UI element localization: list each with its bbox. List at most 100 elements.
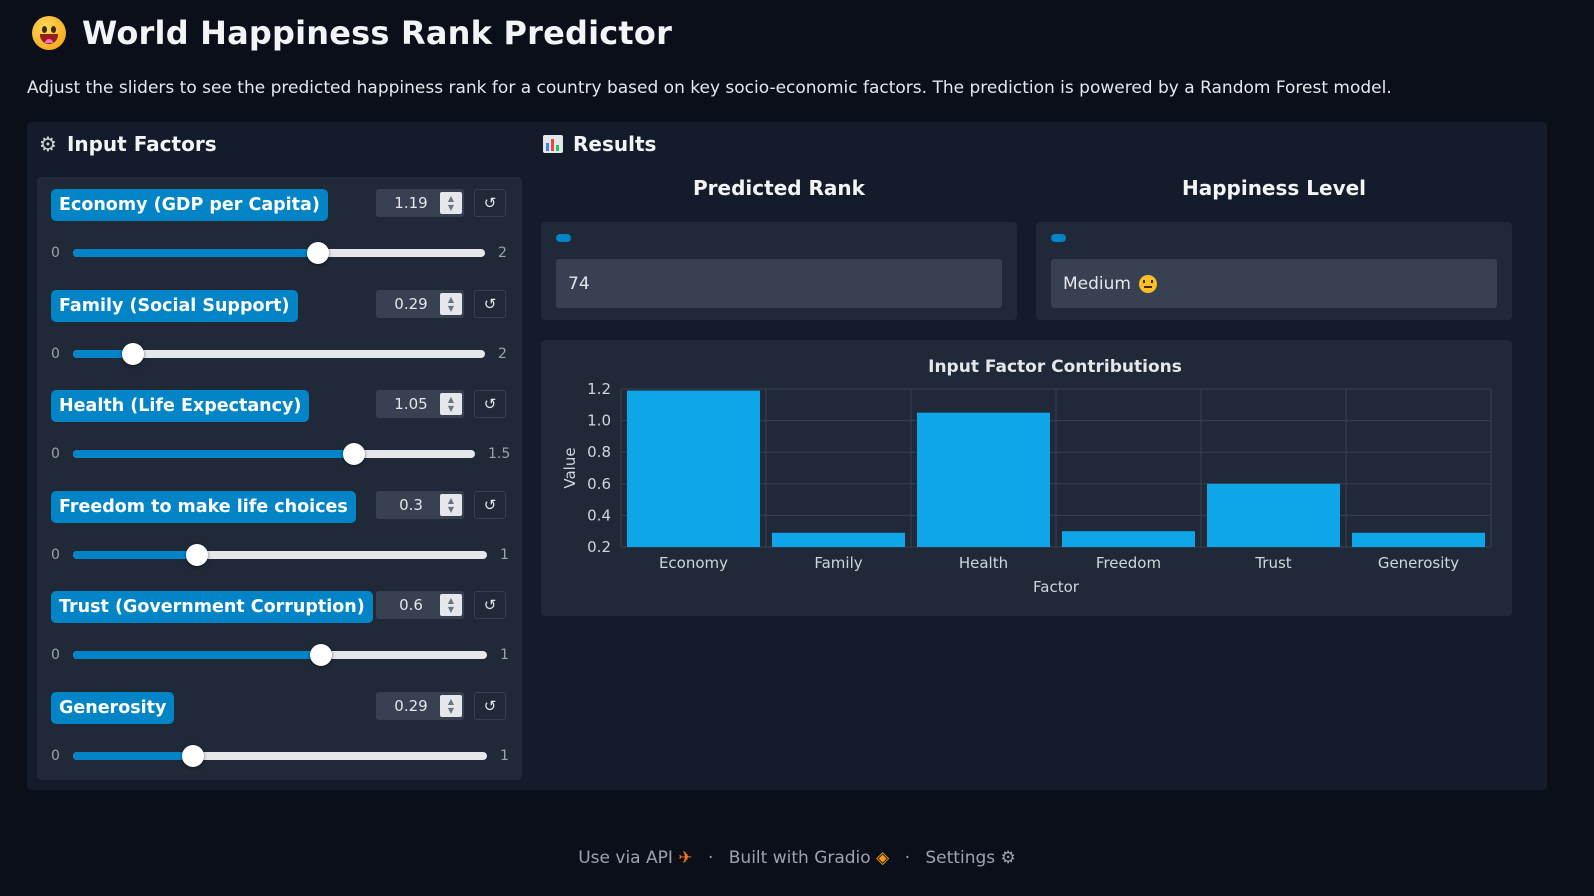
- bar-generosity: [1352, 532, 1485, 547]
- gear-icon: ⚙: [1000, 848, 1016, 868]
- number-input[interactable]: 0.6 ▲ ▼: [376, 591, 464, 620]
- spinner-icon[interactable]: ▲ ▼: [440, 493, 462, 516]
- loading-indicator: [556, 234, 571, 242]
- slider-block: Family (Social Support) 0.29 ▲ ▼ ↺ 0 2: [37, 278, 522, 378]
- bar-chart-icon: [543, 135, 563, 153]
- slider-track[interactable]: [73, 644, 487, 667]
- y-tick-label: 0.6: [587, 475, 611, 493]
- spinner-icon[interactable]: ▲ ▼: [440, 594, 462, 617]
- slider-min-label: 0: [51, 647, 60, 664]
- slider-max-label: 1: [500, 546, 509, 563]
- slider-max-label: 2: [498, 245, 507, 261]
- happiness-level-box: Medium: [1036, 222, 1512, 320]
- spinner-icon[interactable]: ▲ ▼: [440, 393, 462, 416]
- x-tick-label: Generosity: [1378, 554, 1459, 572]
- page-description: Adjust the sliders to see the predicted …: [27, 78, 1392, 98]
- slider-min-label: 0: [51, 345, 60, 362]
- y-tick-label: 0.8: [587, 443, 611, 461]
- happiness-level-output[interactable]: Medium: [1051, 259, 1497, 308]
- slider-label: Freedom to make life choices: [51, 490, 356, 523]
- slider-fill: [73, 249, 319, 257]
- slider-label: Trust (Government Corruption): [51, 591, 373, 624]
- slider-label: Family (Social Support): [51, 289, 298, 322]
- slider-track[interactable]: [73, 242, 485, 264]
- slider-block: Trust (Government Corruption) 0.6 ▲ ▼ ↺ 0 1: [37, 579, 522, 679]
- reset-button[interactable]: ↺: [474, 289, 506, 318]
- factor-contributions-chart: Input Factor Contributions 0.2 0.4 0.6 0.8 1.…: [541, 340, 1512, 616]
- slider-thumb[interactable]: [310, 644, 333, 667]
- input-factors-panel: Economy (GDP per Capita) 1.19 ▲ ▼ ↺ 0 2 Family …: [37, 177, 522, 780]
- predicted-rank-box: 74: [541, 222, 1017, 320]
- number-input[interactable]: 0.3 ▲ ▼: [376, 490, 464, 519]
- spinner-icon[interactable]: ▲ ▼: [440, 192, 462, 214]
- reset-button[interactable]: ↺: [474, 390, 506, 419]
- y-tick-label: 0.4: [587, 506, 611, 524]
- slider-block: Freedom to make life choices 0.3 ▲ ▼ ↺ 0 1: [37, 479, 522, 579]
- bar-health: [917, 412, 1050, 547]
- slider-thumb[interactable]: [343, 443, 366, 466]
- slider-fill: [73, 550, 198, 559]
- x-tick-label: Trust: [1254, 554, 1291, 572]
- loading-indicator: [1051, 234, 1066, 242]
- slider-max-label: 1.5: [488, 446, 511, 463]
- footer-separator: ·: [904, 848, 910, 868]
- happiness-level-value: Medium: [1063, 273, 1131, 294]
- gradio-logo-icon: ◈: [876, 848, 890, 868]
- slider-track[interactable]: [73, 745, 487, 767]
- slider-block: Health (Life Expectancy) 1.05 ▲ ▼ ↺ 0 1.5: [37, 378, 522, 478]
- slider-block: Economy (GDP per Capita) 1.19 ▲ ▼ ↺ 0 2: [37, 177, 522, 277]
- use-via-api-link[interactable]: Use via API ✈: [578, 848, 692, 868]
- slider-thumb[interactable]: [182, 745, 205, 767]
- number-input[interactable]: 1.05 ▲ ▼: [376, 390, 464, 419]
- spinner-icon[interactable]: ▲ ▼: [440, 695, 462, 717]
- slider-min-label: 0: [51, 245, 60, 261]
- x-tick-label: Health: [959, 554, 1008, 572]
- y-tick-label: 1.2: [587, 380, 611, 398]
- footer-separator: ·: [707, 848, 714, 868]
- slider-thumb[interactable]: [121, 342, 144, 365]
- number-input[interactable]: 0.29 ▲ ▼: [376, 289, 464, 318]
- slider-thumb[interactable]: [307, 242, 330, 264]
- slider-track[interactable]: [73, 543, 487, 566]
- slider-track[interactable]: [73, 342, 485, 365]
- x-axis-label: Factor: [1033, 578, 1080, 596]
- slider-max-label: 2: [498, 345, 507, 362]
- slider-max-label: 1: [500, 647, 509, 664]
- footer: Use via API ✈ · Built with Gradio ◈ · Se…: [0, 848, 1594, 868]
- page-title: World Happiness Rank Predictor: [82, 14, 673, 52]
- chart-title: Input Factor Contributions: [928, 357, 1182, 377]
- bar-family: [772, 532, 905, 547]
- number-input[interactable]: 0.29 ▲ ▼: [376, 692, 464, 720]
- rocket-icon: ✈: [678, 848, 693, 868]
- slider-thumb[interactable]: [186, 543, 209, 566]
- page-header: World Happiness Rank Predictor: [32, 14, 672, 52]
- input-factors-heading: ⚙ Input Factors: [39, 132, 217, 156]
- slider-label: Generosity: [51, 692, 175, 724]
- number-input[interactable]: 1.19 ▲ ▼: [376, 189, 464, 217]
- predicted-rank-label: Predicted Rank: [693, 176, 865, 200]
- gear-icon: ⚙: [39, 132, 57, 156]
- predicted-rank-output[interactable]: 74: [556, 259, 1002, 308]
- y-tick-label: 1.0: [587, 412, 611, 430]
- built-with-gradio-link[interactable]: Built with Gradio ◈: [729, 848, 889, 868]
- slider-min-label: 0: [51, 446, 60, 463]
- results-title: Results: [573, 132, 657, 156]
- slider-fill: [73, 450, 355, 459]
- y-axis-label: Value: [561, 447, 579, 488]
- results-heading: Results: [543, 132, 656, 156]
- slider-fill: [73, 752, 194, 760]
- reset-button[interactable]: ↺: [474, 591, 506, 620]
- slider-max-label: 1: [500, 748, 509, 764]
- reset-button[interactable]: ↺: [474, 692, 506, 720]
- happiness-level-label: Happiness Level: [1181, 176, 1367, 200]
- spinner-icon[interactable]: ▲ ▼: [440, 292, 462, 315]
- chart-svg: Input Factor Contributions 0.2 0.4 0.6 0.8 1.…: [561, 357, 1492, 596]
- predicted-rank-value: 74: [568, 273, 590, 294]
- settings-link[interactable]: Settings ⚙: [925, 848, 1015, 868]
- slider-label: Economy (GDP per Capita): [51, 189, 328, 221]
- x-tick-label: Economy: [659, 554, 728, 572]
- slider-track[interactable]: [73, 443, 475, 466]
- reset-button[interactable]: ↺: [474, 189, 506, 217]
- reset-button[interactable]: ↺: [474, 490, 506, 519]
- x-tick-label: Freedom: [1096, 554, 1161, 572]
